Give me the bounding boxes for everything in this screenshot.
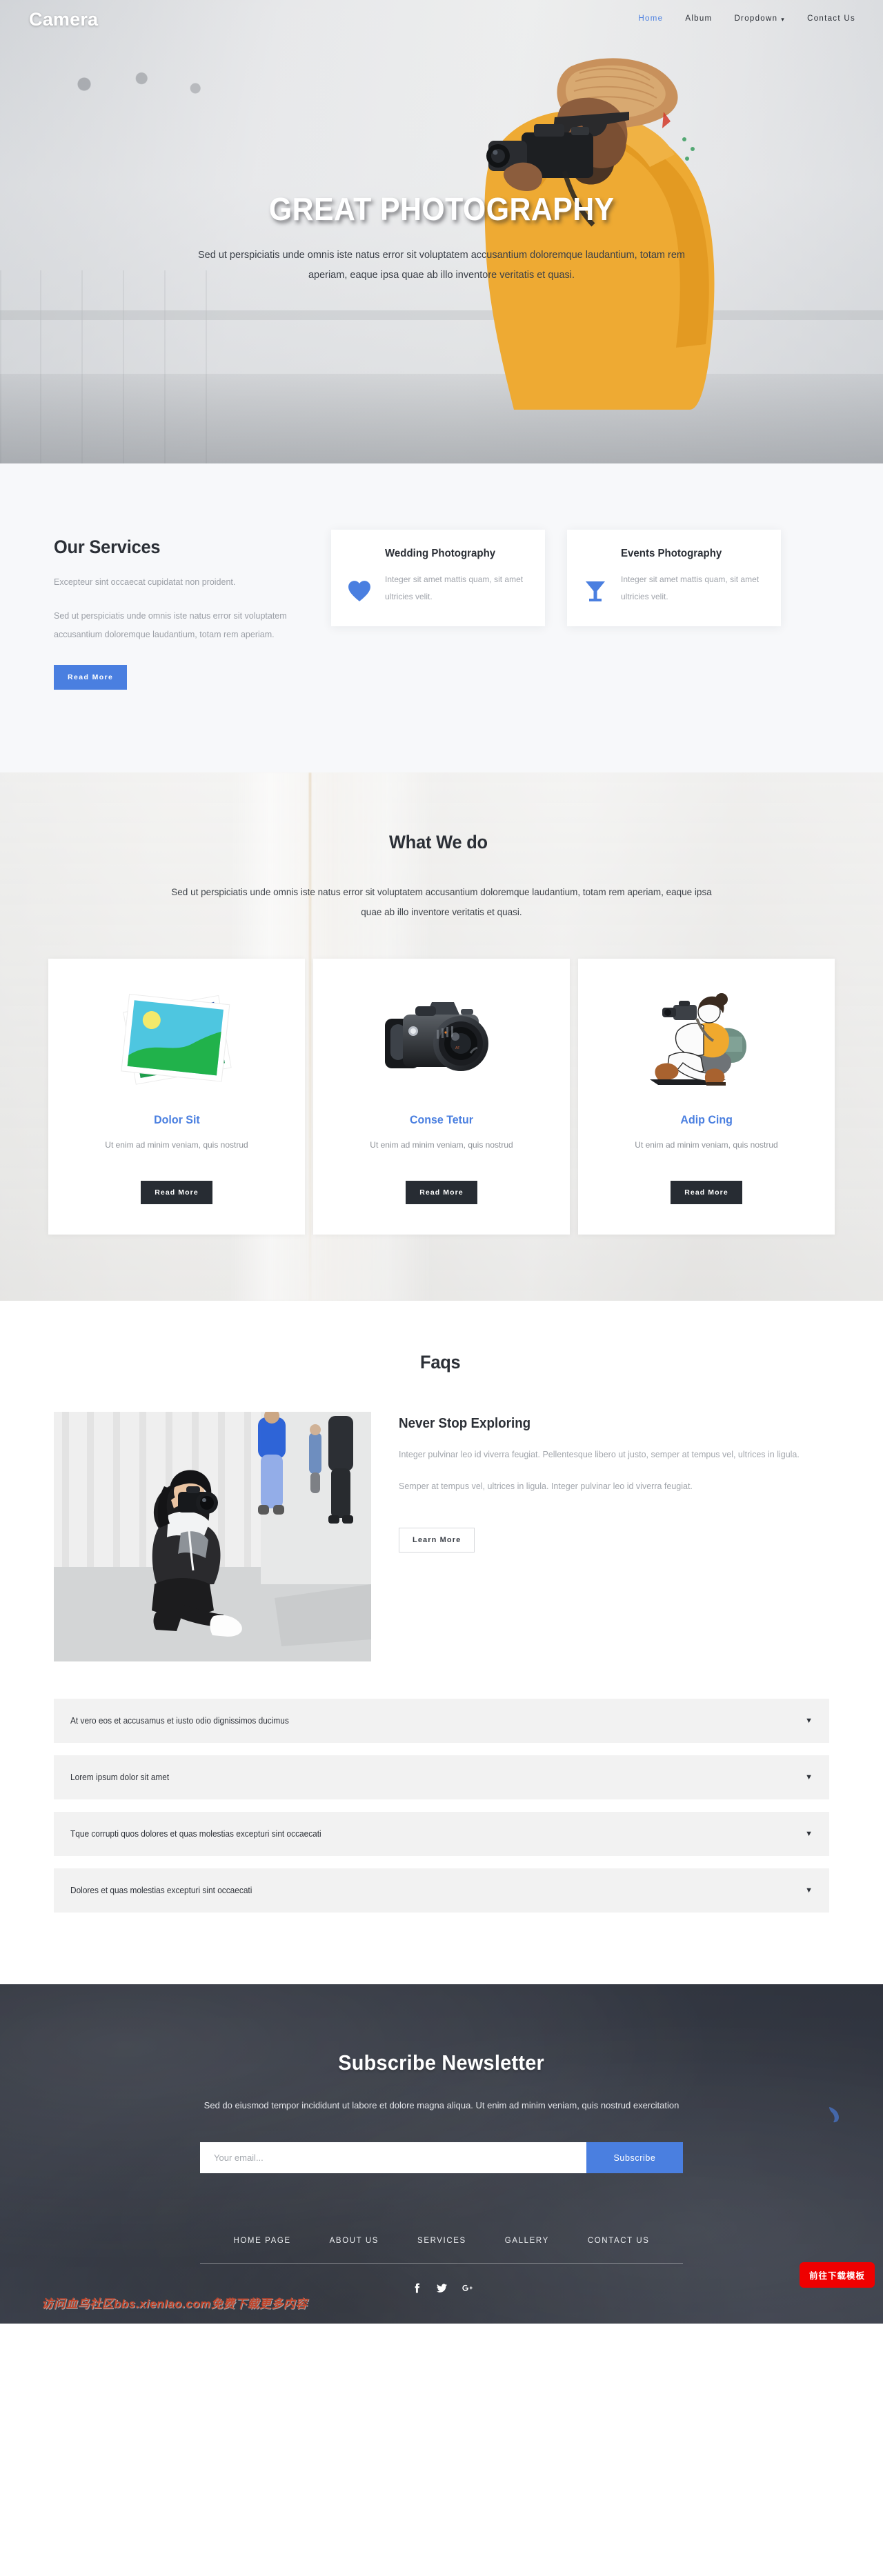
google-plus-icon[interactable] xyxy=(462,2283,473,2293)
what-we-do-read-more-button[interactable]: Read More xyxy=(671,1181,742,1204)
faq-accordion-item[interactable]: At vero eos et accusamus et iusto odio d… xyxy=(54,1699,829,1743)
services-section: Our Services Excepteur sint occaecat cup… xyxy=(0,463,883,772)
newsletter-section: Subscribe Newsletter Sed do eiusmod temp… xyxy=(0,1984,883,2324)
nav-label-album: Album xyxy=(685,14,713,23)
service-card-title: Wedding Photography xyxy=(385,548,496,559)
svg-text:AF: AF xyxy=(455,1046,459,1050)
download-template-button[interactable]: 前往下载模板 xyxy=(799,2262,875,2288)
footer-link-contact-us[interactable]: CONTACT US xyxy=(588,2237,650,2245)
chevron-down-icon[interactable]: ▼ xyxy=(805,1717,813,1725)
service-card-text: Integer sit amet mattis quam, sit amet u… xyxy=(385,575,524,602)
service-card-title: Events Photography xyxy=(621,548,722,559)
nav-item-dropdown[interactable]: Dropdown ▾ xyxy=(734,14,785,23)
newsletter-content: Subscribe Newsletter Sed do eiusmod temp… xyxy=(0,2050,883,2174)
bird-icon xyxy=(826,2106,842,2127)
newsletter-form: Subscribe xyxy=(200,2142,683,2174)
what-we-do-card-adip-cing[interactable]: Adip Cing Ut enim ad minim veniam, quis … xyxy=(578,959,835,1235)
faq-question: Tque corrupti quos dolores et quas moles… xyxy=(70,1829,321,1839)
what-we-do-subtitle: Sed ut perspiciatis unde omnis iste natu… xyxy=(171,886,712,918)
services-heading: Our Services xyxy=(54,537,161,557)
nav-label-dropdown: Dropdown xyxy=(734,14,778,23)
nav-label-home: Home xyxy=(638,14,664,23)
hero-section: Camera Home Album Dropdown ▾ Contact Us … xyxy=(0,0,883,463)
heart-icon xyxy=(348,548,373,606)
service-card-wedding[interactable]: Wedding Photography Integer sit amet mat… xyxy=(331,530,545,627)
nav-label-contact-us: Contact Us xyxy=(807,14,855,23)
what-we-do-card-text: Ut enim ad minim veniam, quis nostrud xyxy=(105,1140,248,1150)
services-paragraph-2: Sed ut perspiciatis unde omnis iste natu… xyxy=(54,610,287,639)
footer-link-services[interactable]: SERVICES xyxy=(417,2237,466,2245)
nav-item-album[interactable]: Album xyxy=(685,14,712,23)
service-card-text: Integer sit amet mattis quam, sit amet u… xyxy=(621,575,760,602)
hero-subtitle: Sed ut perspiciatis unde omnis iste natu… xyxy=(197,250,685,281)
faqs-section: Faqs Never Stop Exploring Integer pulvin… xyxy=(0,1301,883,1984)
faqs-side-title: Never Stop Exploring xyxy=(399,1416,531,1431)
what-we-do-read-more-button[interactable]: Read More xyxy=(406,1181,477,1204)
twitter-icon[interactable] xyxy=(436,2283,447,2293)
photographer-illustration-icon xyxy=(597,985,815,1095)
services-intro: Our Services Excepteur sint occaecat cup… xyxy=(41,517,317,690)
nav-item-contact-us[interactable]: Contact Us xyxy=(807,14,855,23)
footer-link-home-page[interactable]: HOME PAGE xyxy=(233,2237,290,2245)
faqs-learn-more-button[interactable]: Learn More xyxy=(399,1527,475,1552)
faqs-side-paragraph-1: Integer pulvinar leo id viverra feugiat.… xyxy=(399,1450,800,1459)
photo-stack-icon xyxy=(68,985,286,1095)
services-cards: Wedding Photography Integer sit amet mat… xyxy=(331,530,781,627)
footer-nav: HOME PAGE ABOUT US SERVICES GALLERY CONT… xyxy=(0,2237,883,2245)
what-we-do-card-title: Conse Tetur xyxy=(409,1113,474,1126)
services-read-more-button[interactable]: Read More xyxy=(54,664,128,690)
what-we-do-read-more-button[interactable]: Read More xyxy=(141,1181,212,1204)
footer-divider xyxy=(200,2263,683,2264)
what-we-do-cards: Dolor Sit Ut enim ad minim veniam, quis … xyxy=(0,959,883,1235)
faq-question: Lorem ipsum dolor sit amet xyxy=(70,1773,170,1782)
faq-accordion: At vero eos et accusamus et iusto odio d… xyxy=(41,1699,842,1913)
site-watermark: 访问血鸟社区bbs.xienIao.com免费下载更多内容 xyxy=(41,2297,308,2311)
page-root: Camera Home Album Dropdown ▾ Contact Us … xyxy=(0,0,883,2324)
footer-link-gallery[interactable]: GALLERY xyxy=(505,2237,549,2245)
chevron-down-icon[interactable]: ▼ xyxy=(805,1773,813,1781)
what-we-do-card-title: Dolor Sit xyxy=(153,1113,200,1126)
faqs-heading: Faqs xyxy=(419,1352,461,1372)
faq-accordion-item[interactable]: Tque corrupti quos dolores et quas moles… xyxy=(54,1812,829,1856)
dslr-camera-icon: AF xyxy=(333,985,550,1095)
brand-logo[interactable]: Camera xyxy=(29,2,98,30)
main-nav: Home Album Dropdown ▾ Contact Us xyxy=(638,9,855,23)
faq-question: Dolores et quas molestias excepturi sint… xyxy=(70,1886,252,1895)
chevron-down-icon[interactable]: ▼ xyxy=(805,1830,813,1838)
newsletter-text: Sed do eiusmod tempor incididunt ut labo… xyxy=(204,2100,679,2110)
newsletter-email-input[interactable] xyxy=(200,2142,586,2174)
what-we-do-card-dolor-sit[interactable]: Dolor Sit Ut enim ad minim veniam, quis … xyxy=(48,959,305,1235)
facebook-icon[interactable] xyxy=(411,2283,421,2293)
services-paragraph-1: Excepteur sint occaecat cupidatat non pr… xyxy=(54,577,236,587)
what-we-do-card-text: Ut enim ad minim veniam, quis nostrud xyxy=(635,1140,778,1150)
nav-item-home[interactable]: Home xyxy=(638,14,663,23)
cocktail-glass-icon xyxy=(584,548,608,606)
service-card-events[interactable]: Events Photography Integer sit amet matt… xyxy=(567,530,781,627)
faq-question: At vero eos et accusamus et iusto odio d… xyxy=(70,1716,289,1726)
newsletter-heading: Subscribe Newsletter xyxy=(338,2050,545,2075)
faq-accordion-item[interactable]: Lorem ipsum dolor sit amet ▼ xyxy=(54,1755,829,1799)
faqs-photo xyxy=(54,1412,371,1661)
faqs-side-paragraph-2: Semper at tempus vel, ultrices in ligula… xyxy=(399,1481,693,1492)
faqs-copy: Never Stop Exploring Integer pulvinar le… xyxy=(399,1412,813,1661)
faq-accordion-item[interactable]: Dolores et quas molestias excepturi sint… xyxy=(54,1868,829,1913)
what-we-do-heading: What We do xyxy=(389,831,488,852)
hero-title: GREAT PHOTOGRAPHY xyxy=(268,191,615,227)
chevron-down-icon: ▾ xyxy=(781,15,786,23)
what-we-do-card-title: Adip Cing xyxy=(680,1113,733,1126)
newsletter-subscribe-button[interactable]: Subscribe xyxy=(586,2142,683,2174)
what-we-do-card-conse-tetur[interactable]: AF Conse Tetur Ut enim ad minim veniam, … xyxy=(313,959,570,1235)
footer-link-about-us[interactable]: ABOUT US xyxy=(330,2237,379,2245)
what-we-do-card-text: Ut enim ad minim veniam, quis nostrud xyxy=(370,1140,513,1150)
what-we-do-section: What We do Sed ut perspiciatis unde omni… xyxy=(0,772,883,1301)
hero-content: GREAT PHOTOGRAPHY Sed ut perspiciatis un… xyxy=(0,32,883,286)
chevron-down-icon[interactable]: ▼ xyxy=(805,1886,813,1895)
top-navigation-bar: Camera Home Album Dropdown ▾ Contact Us xyxy=(0,0,883,32)
